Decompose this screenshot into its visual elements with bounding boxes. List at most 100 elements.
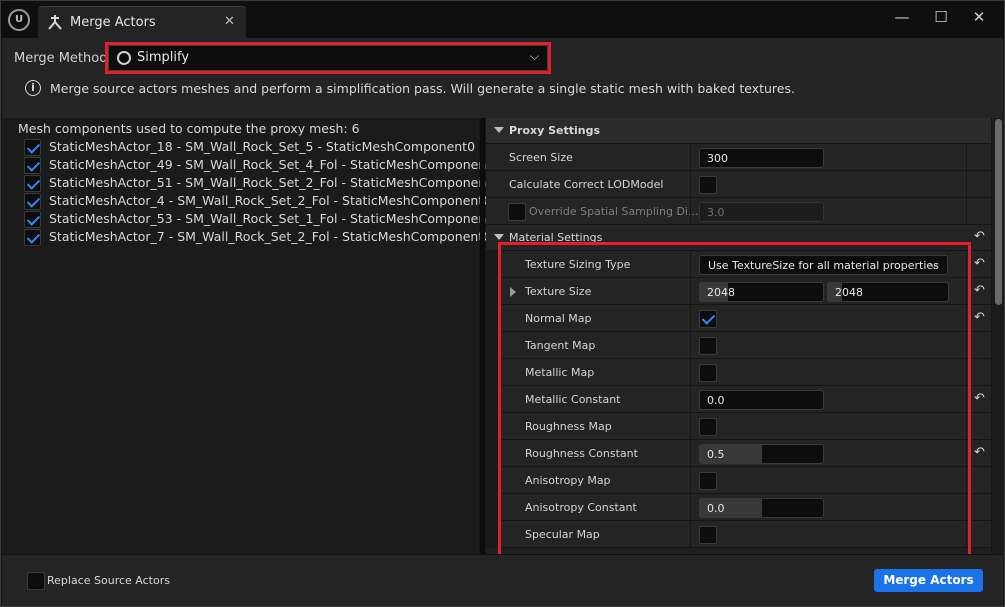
proxy-settings-title: Proxy Settings	[509, 124, 601, 137]
texture-size-row: Texture Size 2048 2048 ↶	[486, 278, 991, 305]
simplify-icon	[117, 51, 131, 65]
tab-merge-actors[interactable]: Merge Actors ✕	[38, 6, 246, 38]
mesh-components-panel: Mesh components used to compute the prox…	[2, 118, 499, 554]
tangent-map-checkbox[interactable]	[699, 337, 717, 355]
specular-map-label: Specular Map	[525, 528, 600, 541]
normal-map-row: Normal Map ↶	[486, 305, 991, 332]
mesh-list-header: Mesh components used to compute the prox…	[18, 121, 360, 136]
roughness-map-checkbox[interactable]	[699, 418, 717, 436]
bottom-bar: Replace Source Actors Merge Actors	[2, 554, 1003, 606]
tangent-map-row: Tangent Map	[486, 332, 991, 359]
merge-method-dropdown[interactable]: Simplify ⌵	[108, 45, 548, 71]
mesh-checkbox[interactable]	[24, 175, 41, 192]
merge-method-value: Simplify	[137, 50, 190, 65]
specular-map-checkbox[interactable]	[699, 526, 717, 544]
collapse-arrow-icon	[494, 234, 504, 240]
reset-to-default-icon[interactable]: ↶	[974, 283, 985, 298]
roughness-constant-slider[interactable]: 0.5	[699, 444, 824, 464]
metallic-constant-label: Metallic Constant	[525, 393, 621, 406]
mesh-checkbox[interactable]	[24, 139, 41, 156]
list-item[interactable]: StaticMeshActor_49 - SM_Wall_Rock_Set_4_…	[24, 157, 499, 175]
info-icon: i	[25, 80, 41, 96]
title-bar: U Merge Actors ✕ — ☐ ✕	[1, 1, 1004, 38]
override-spatial-sampling-row: Override Spatial Sampling Di... 3.0	[486, 198, 991, 225]
texture-sizing-type-row: Texture Sizing Type Use TextureSize for …	[486, 251, 991, 278]
reset-to-default-icon[interactable]: ↶	[974, 310, 985, 325]
expand-arrow-icon[interactable]	[510, 287, 516, 297]
reset-to-default-icon[interactable]: ↶	[974, 391, 985, 406]
merge-method-area: Merge Method Simplify ⌵ i Merge source a…	[2, 38, 1003, 118]
metallic-constant-slider[interactable]: 0.0	[699, 390, 824, 410]
merge-actors-window: U Merge Actors ✕ — ☐ ✕ Merge Method Simp…	[0, 0, 1005, 607]
mesh-checkbox[interactable]	[24, 193, 41, 210]
reset-to-default-icon[interactable]: ↶	[974, 445, 985, 460]
override-spatial-sampling-input: 3.0	[699, 202, 824, 222]
mesh-checkbox[interactable]	[24, 229, 41, 246]
mesh-label: StaticMeshActor_4 - SM_Wall_Rock_Set_2_F…	[49, 193, 492, 208]
calculate-lod-label: Calculate Correct LODModel	[509, 178, 664, 191]
anisotropy-constant-row: Anisotropy Constant 0.0	[486, 494, 991, 521]
texture-size-y-input[interactable]: 2048	[827, 282, 949, 302]
chevron-down-icon: ⌵	[529, 49, 539, 63]
details-panel: Proxy Settings Screen Size 300 Calculate…	[486, 118, 991, 554]
metallic-map-label: Metallic Map	[525, 366, 595, 379]
roughness-constant-row: Roughness Constant 0.5 ↶	[486, 440, 991, 467]
list-item[interactable]: StaticMeshActor_7 - SM_Wall_Rock_Set_2_F…	[24, 229, 491, 247]
anisotropy-map-checkbox[interactable]	[699, 472, 717, 490]
texture-sizing-type-dropdown[interactable]: Use TextureSize for all material propert…	[699, 255, 948, 275]
merge-actors-button[interactable]: Merge Actors	[874, 569, 983, 592]
list-item[interactable]: StaticMeshActor_4 - SM_Wall_Rock_Set_2_F…	[24, 193, 491, 211]
chevron-down-icon: ⌵	[929, 258, 938, 271]
roughness-constant-label: Roughness Constant	[525, 447, 638, 460]
mesh-checkbox[interactable]	[24, 211, 41, 228]
merge-method-label: Merge Method	[14, 51, 108, 66]
close-tab-icon[interactable]: ✕	[224, 14, 235, 29]
panel-splitter[interactable]	[480, 118, 485, 554]
tab-title: Merge Actors	[70, 15, 156, 30]
normal-map-checkbox[interactable]	[699, 310, 717, 328]
maximize-button[interactable]: ☐	[929, 7, 953, 29]
tangent-map-label: Tangent Map	[525, 339, 596, 352]
metallic-map-row: Metallic Map	[486, 359, 991, 386]
minimize-button[interactable]: —	[890, 7, 914, 29]
anisotropy-constant-slider[interactable]: 0.0	[699, 498, 824, 518]
collapse-arrow-icon	[494, 127, 504, 133]
reset-to-default-icon[interactable]: ↶	[974, 229, 985, 244]
merge-actors-icon	[48, 15, 62, 30]
texture-sizing-type-label: Texture Sizing Type	[525, 258, 631, 271]
reset-to-default-icon[interactable]: ↶	[974, 256, 985, 271]
calculate-lod-row: Calculate Correct LODModel	[486, 171, 991, 198]
list-item[interactable]: StaticMeshActor_53 - SM_Wall_Rock_Set_1_…	[24, 211, 499, 229]
mesh-label: StaticMeshActor_7 - SM_Wall_Rock_Set_2_F…	[49, 229, 492, 244]
calculate-lod-checkbox[interactable]	[699, 176, 717, 194]
list-item[interactable]: StaticMeshActor_18 - SM_Wall_Rock_Set_5 …	[24, 139, 476, 157]
override-spatial-sampling-label: Override Spatial Sampling Di...	[529, 205, 699, 218]
metallic-constant-row: Metallic Constant 0.0 ↶	[486, 386, 991, 413]
merge-method-description: Merge source actors meshes and perform a…	[50, 81, 795, 96]
screen-size-row: Screen Size 300	[486, 144, 991, 171]
material-settings-category[interactable]: Material Settings ↶	[486, 225, 991, 251]
texture-size-label: Texture Size	[525, 285, 592, 298]
mesh-label: StaticMeshActor_18 - SM_Wall_Rock_Set_5 …	[49, 139, 476, 154]
anisotropy-constant-label: Anisotropy Constant	[525, 501, 637, 514]
texture-size-x-input[interactable]: 2048	[699, 282, 824, 302]
override-spatial-sampling-checkbox[interactable]	[508, 203, 526, 221]
anisotropy-map-row: Anisotropy Map	[486, 467, 991, 494]
unreal-logo-icon: U	[8, 9, 30, 31]
mesh-label: StaticMeshActor_51 - SM_Wall_Rock_Set_2_…	[49, 175, 500, 190]
list-item[interactable]: StaticMeshActor_51 - SM_Wall_Rock_Set_2_…	[24, 175, 499, 193]
roughness-map-label: Roughness Map	[525, 420, 612, 433]
mesh-label: StaticMeshActor_53 - SM_Wall_Rock_Set_1_…	[49, 211, 500, 226]
screen-size-input[interactable]: 300	[699, 148, 824, 168]
scrollbar-thumb[interactable]	[995, 119, 1002, 305]
normal-map-label: Normal Map	[525, 312, 592, 325]
replace-source-actors-label: Replace Source Actors	[47, 574, 170, 587]
mesh-checkbox[interactable]	[24, 157, 41, 174]
texture-sizing-type-value: Use TextureSize for all material propert…	[708, 259, 939, 272]
screen-size-label: Screen Size	[509, 151, 573, 164]
proxy-settings-category[interactable]: Proxy Settings	[486, 118, 991, 144]
replace-source-actors-checkbox[interactable]	[27, 572, 45, 590]
metallic-map-checkbox[interactable]	[699, 364, 717, 382]
close-window-button[interactable]: ✕	[967, 7, 991, 29]
mesh-label: StaticMeshActor_49 - SM_Wall_Rock_Set_4_…	[49, 157, 500, 172]
